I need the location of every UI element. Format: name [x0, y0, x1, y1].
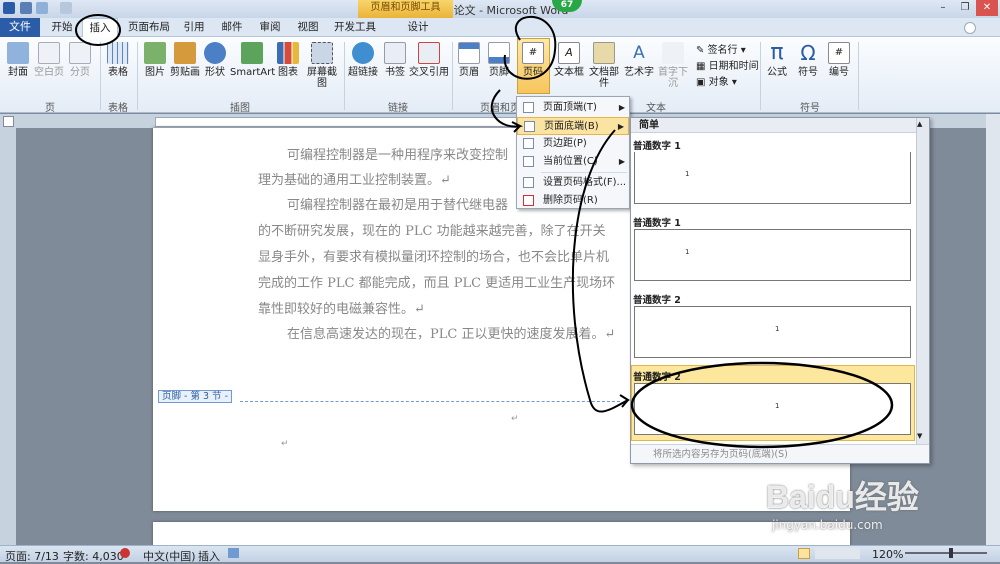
baidu-watermark: Baidu经验 jingyan.baidu.com — [766, 472, 986, 534]
annotation-arrow-to-gallery — [571, 129, 630, 413]
zoom-slider-thumb[interactable] — [949, 548, 953, 558]
watermark-url: jingyan.baidu.com — [772, 518, 883, 532]
annotation-circle-selected-style — [630, 361, 894, 449]
macro-icon[interactable] — [228, 548, 239, 558]
print-layout-icon[interactable] — [798, 548, 810, 559]
proofing-icon[interactable] — [120, 548, 130, 558]
zoom-level[interactable]: 120% — [872, 548, 903, 561]
annotation-arrow-bottom-of-page — [490, 89, 524, 133]
annotation-circle-page-number — [503, 15, 557, 80]
watermark-brand: Baidu经验 — [766, 479, 919, 515]
zoom-slider[interactable] — [905, 552, 987, 554]
view-buttons[interactable] — [815, 548, 860, 559]
annotation-circle-insert-tab — [75, 14, 121, 46]
